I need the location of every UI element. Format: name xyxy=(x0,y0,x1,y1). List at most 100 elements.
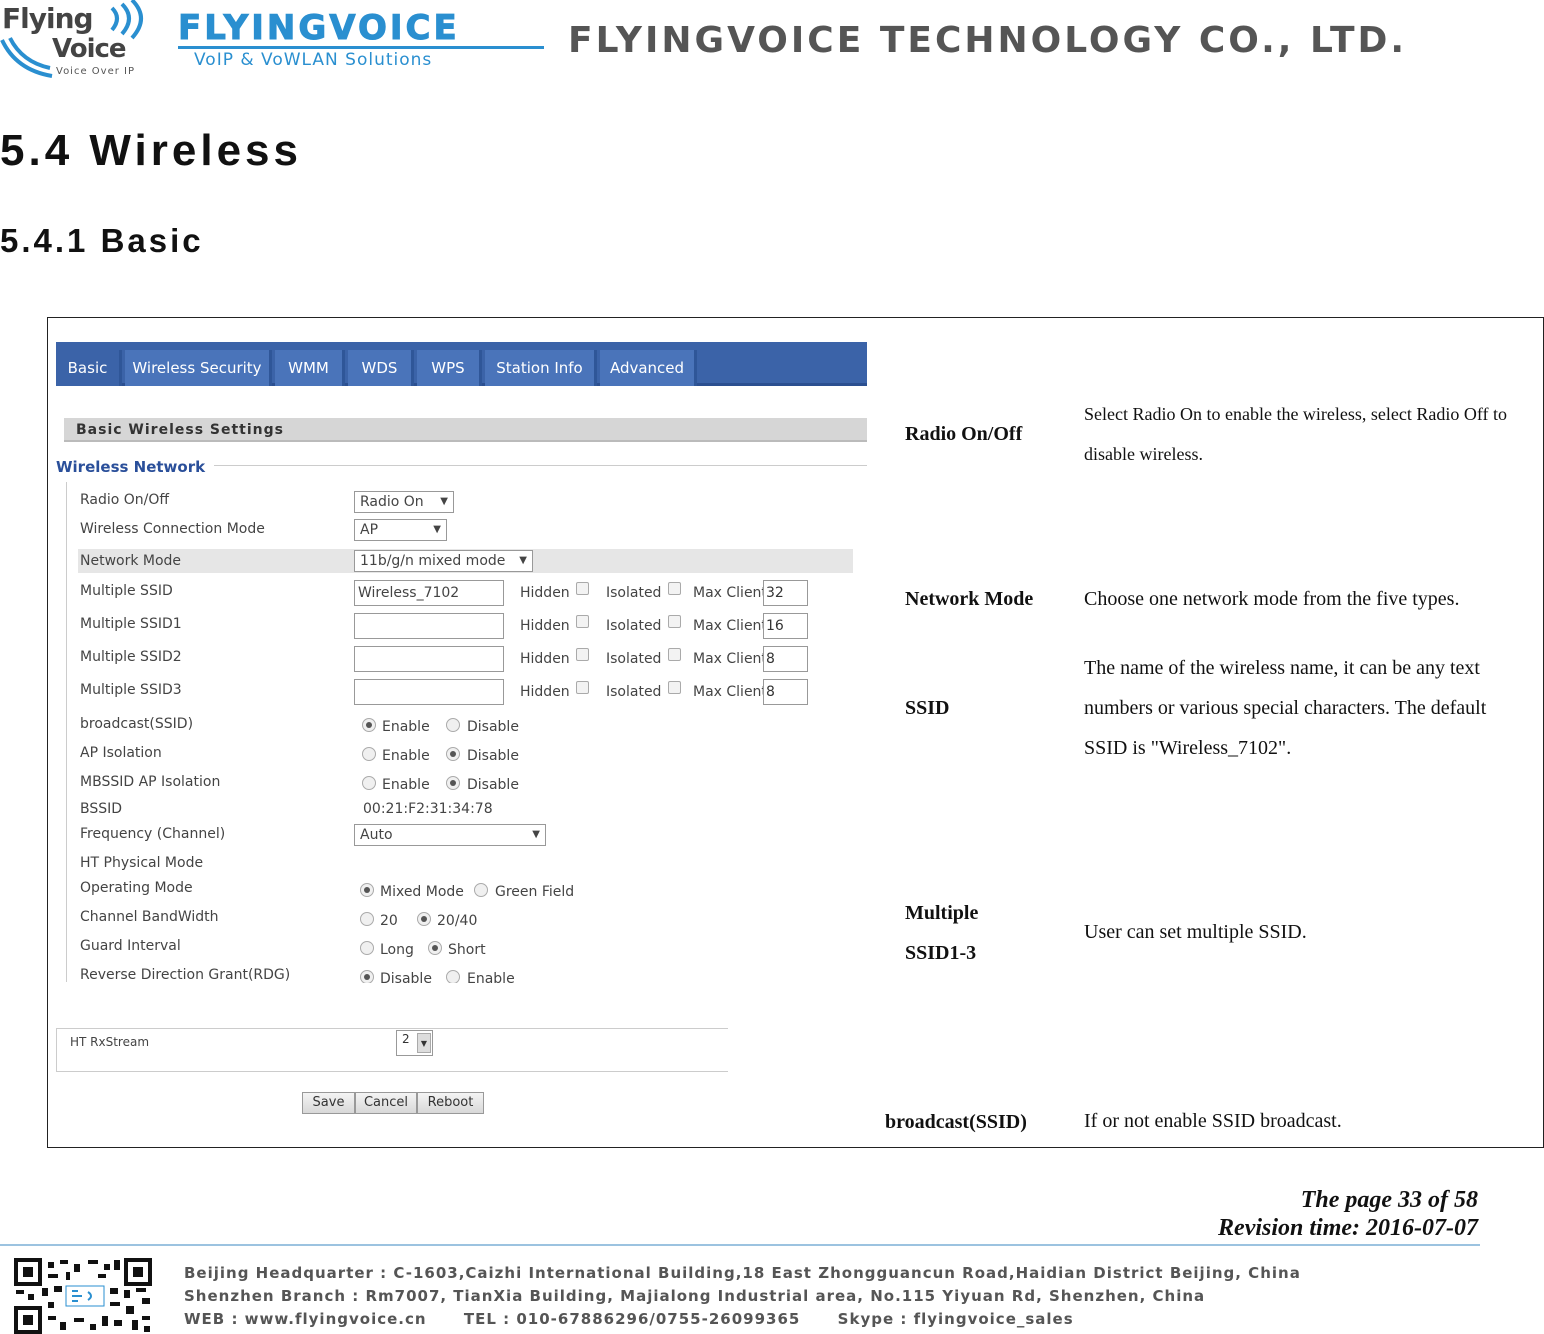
term-ssid: SSID xyxy=(905,697,950,719)
page-header: Flying Voice Voice Over IP FLYINGVOICE V… xyxy=(0,0,1544,90)
max-client-input[interactable]: 8 xyxy=(763,646,808,672)
label-ssid1: Multiple SSID1 xyxy=(80,616,182,632)
ht-rxstream-row: HT RxStream 2 ▼ xyxy=(56,1028,728,1072)
subsection-title: 5.4.1 Basic xyxy=(0,222,204,259)
footer-branch: Shenzhen Branch : Rm7007, TianXia Buildi… xyxy=(184,1287,1206,1305)
ht-rxstream-value: 2 xyxy=(402,1032,410,1046)
option-label: 20 xyxy=(380,913,398,929)
label-radio: Radio On/Off xyxy=(80,492,170,508)
rdg-disable-radio[interactable] xyxy=(360,970,374,983)
max-client-label: Max Client xyxy=(693,651,767,667)
max-client-input[interactable]: 32 xyxy=(763,580,808,606)
chevron-down-icon: ▼ xyxy=(440,496,448,507)
footer-headquarter: Beijing Headquarter : C-1603,Caizhi Inte… xyxy=(184,1264,1301,1282)
label-connection-mode: Wireless Connection Mode xyxy=(80,521,265,537)
desc-ssid: The name of the wireless name, it can be… xyxy=(1084,657,1487,759)
guard-short-radio[interactable] xyxy=(428,941,442,955)
bandwidth-20-radio[interactable] xyxy=(360,912,374,926)
cancel-button[interactable]: Cancel xyxy=(355,1092,417,1114)
guard-long-radio[interactable] xyxy=(360,941,374,955)
isolated-label: Isolated xyxy=(606,618,662,634)
label-frequency: Frequency (Channel) xyxy=(80,826,226,842)
hidden-checkbox[interactable] xyxy=(576,648,589,661)
mbssid-disable-radio[interactable] xyxy=(446,776,460,790)
brand-name: FLYINGVOICE xyxy=(178,8,460,49)
option-label: Enable xyxy=(382,777,430,793)
desc-multiple-ssid: User can set multiple SSID. xyxy=(1084,921,1307,943)
term-broadcast: broadcast(SSID) xyxy=(885,1111,1027,1133)
hidden-checkbox[interactable] xyxy=(576,681,589,694)
broadcast-disable-radio[interactable] xyxy=(446,718,460,732)
qr-code-icon xyxy=(14,1258,154,1334)
desc-radio: Select Radio On to enable the wireless, … xyxy=(1084,404,1508,464)
label-mbssid-isolation: MBSSID AP Isolation xyxy=(80,774,221,790)
flyingvoice-logo: Flying Voice Voice Over IP xyxy=(0,0,160,80)
chevron-down-icon: ▼ xyxy=(519,555,527,566)
save-button[interactable]: Save xyxy=(302,1092,355,1114)
mixed-mode-radio[interactable] xyxy=(360,883,374,897)
tab-wmm[interactable]: WMM xyxy=(275,350,345,386)
term-radio: Radio On/Off xyxy=(905,423,1023,445)
hidden-checkbox[interactable] xyxy=(576,582,589,595)
max-client-input[interactable]: 8 xyxy=(763,679,808,705)
section-header-bar: Basic Wireless Settings xyxy=(64,418,867,442)
network-mode-select[interactable]: 11b/g/n mixed mode ▼ xyxy=(354,550,533,572)
isolated-checkbox[interactable] xyxy=(668,582,681,595)
label-ssid3: Multiple SSID3 xyxy=(80,682,182,698)
hidden-checkbox[interactable] xyxy=(576,615,589,628)
label-ssid2: Multiple SSID2 xyxy=(80,649,182,665)
label-ht-physical: HT Physical Mode xyxy=(80,855,204,871)
hidden-label: Hidden xyxy=(520,618,570,634)
router-settings-screenshot: Basic Wireless Security WMM WDS WPS Stat… xyxy=(56,342,868,1114)
rdg-enable-radio[interactable] xyxy=(446,970,460,983)
option-label: Short xyxy=(448,942,486,958)
group-divider xyxy=(214,465,867,466)
hidden-label: Hidden xyxy=(520,651,570,667)
network-mode-value: 11b/g/n mixed mode xyxy=(360,553,506,569)
ssid2-input[interactable] xyxy=(354,646,504,672)
connection-mode-select[interactable]: AP ▼ xyxy=(354,519,447,541)
tab-station-info[interactable]: Station Info xyxy=(485,350,597,386)
bssid-value: 00:21:F2:31:34:78 xyxy=(363,801,493,817)
hidden-label: Hidden xyxy=(520,684,570,700)
option-label: Enable xyxy=(467,971,515,983)
label-ssid: Multiple SSID xyxy=(80,583,173,599)
brand-underline xyxy=(178,46,544,49)
label-ht-rxstream: HT RxStream xyxy=(70,1035,150,1049)
revision-time: Revision time: 2016-07-07 xyxy=(1218,1215,1478,1241)
tab-advanced[interactable]: Advanced xyxy=(600,350,697,386)
isolated-checkbox[interactable] xyxy=(668,648,681,661)
tab-wireless-security[interactable]: Wireless Security xyxy=(125,350,272,386)
label-ap-isolation: AP Isolation xyxy=(80,745,162,761)
rdg-row-clip: Disable Enable xyxy=(56,962,867,983)
isolated-checkbox[interactable] xyxy=(668,615,681,628)
max-client-input[interactable]: 16 xyxy=(763,613,808,639)
isolated-checkbox[interactable] xyxy=(668,681,681,694)
tab-bar: Basic Wireless Security WMM WDS WPS Stat… xyxy=(56,342,867,386)
tab-wds[interactable]: WDS xyxy=(348,350,414,386)
label-bandwidth: Channel BandWidth xyxy=(80,909,219,925)
broadcast-enable-radio[interactable] xyxy=(362,718,376,732)
ssid3-input[interactable] xyxy=(354,679,504,705)
label-operating-mode: Operating Mode xyxy=(80,880,193,896)
frequency-select[interactable]: Auto ▼ xyxy=(354,824,546,846)
frequency-value: Auto xyxy=(360,827,393,843)
reboot-button[interactable]: Reboot xyxy=(417,1092,484,1114)
tab-basic[interactable]: Basic xyxy=(56,350,122,386)
mbssid-enable-radio[interactable] xyxy=(362,776,376,790)
desc-network-mode: Choose one network mode from the five ty… xyxy=(1084,588,1460,610)
group-title: Wireless Network xyxy=(56,458,206,476)
ssid1-input[interactable] xyxy=(354,613,504,639)
radio-select[interactable]: Radio On ▼ xyxy=(354,491,454,513)
ssid-input[interactable]: Wireless_7102 xyxy=(354,580,504,606)
term-multiple: Multiple xyxy=(905,902,979,924)
tab-wps[interactable]: WPS xyxy=(417,350,482,386)
ap-isolation-disable-radio[interactable] xyxy=(446,747,460,761)
page-number: The page 33 of 58 xyxy=(1300,1187,1478,1213)
ht-rxstream-select[interactable]: 2 ▼ xyxy=(396,1030,433,1056)
bandwidth-2040-radio[interactable] xyxy=(417,912,431,926)
isolated-label: Isolated xyxy=(606,651,662,667)
connection-mode-value: AP xyxy=(360,522,379,538)
ap-isolation-enable-radio[interactable] xyxy=(362,747,376,761)
green-field-radio[interactable] xyxy=(474,883,488,897)
